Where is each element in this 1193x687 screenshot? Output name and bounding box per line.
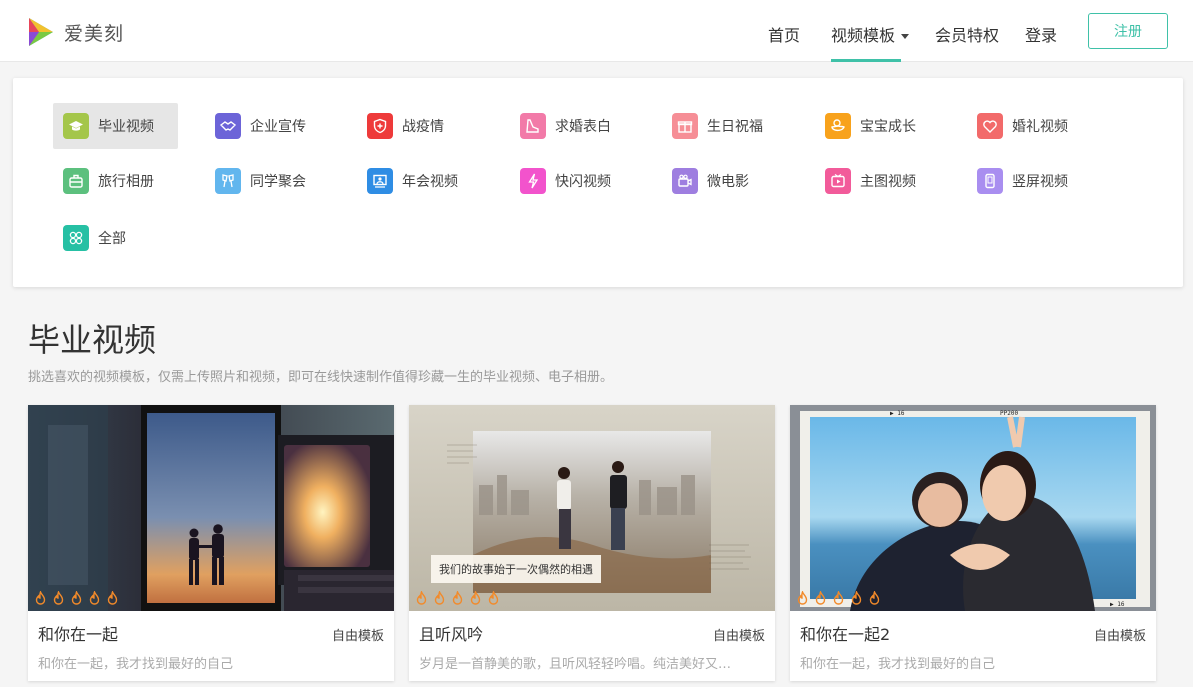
card-tag: 自由模板: [331, 629, 384, 644]
template-thumbnail[interactable]: 我们的故事始于一次偶然的相遇: [409, 405, 775, 611]
heart-icon: [977, 113, 1003, 139]
phone-icon: [977, 168, 1003, 194]
category-label: 企业宣传: [250, 119, 306, 135]
flame-icon: [107, 591, 118, 605]
category-label: 婚礼视频: [1012, 119, 1068, 135]
category-label: 宝宝成长: [860, 119, 916, 135]
card-description: 和你在一起，我才找到最好的自己: [38, 657, 234, 672]
flame-icon: [71, 591, 82, 605]
thumbnail-caption: 我们的故事始于一次偶然的相遇: [431, 555, 601, 583]
shield-icon: [367, 113, 393, 139]
logo-icon: [29, 18, 53, 46]
nav-membership[interactable]: 会员特权: [935, 22, 999, 46]
category-reunion[interactable]: 同学聚会: [215, 158, 306, 204]
template-thumbnail[interactable]: [28, 405, 394, 611]
category-flash[interactable]: 快闪视频: [520, 158, 611, 204]
category-label: 快闪视频: [555, 174, 611, 190]
duck-icon: [825, 113, 851, 139]
flame-icon: [416, 591, 427, 605]
card-tag: 自由模板: [712, 629, 765, 644]
flame-icon: [833, 591, 844, 605]
card-description: 和你在一起，我才找到最好的自己: [800, 657, 996, 672]
handshake-icon: [215, 113, 241, 139]
card-title: 且听风吟: [419, 625, 484, 644]
logo[interactable]: 爱美刻: [27, 16, 124, 48]
category-label: 竖屏视频: [1012, 174, 1068, 190]
card-description: 岁月是一首静美的歌，且听风轻轻吟唱。纯洁美好又…: [419, 657, 732, 672]
category-label: 全部: [98, 231, 126, 247]
popularity-rating: [415, 591, 500, 605]
category-label: 生日祝福: [707, 119, 763, 135]
category-all[interactable]: 全部: [63, 215, 126, 261]
popularity-rating: [796, 591, 881, 605]
flame-icon: [53, 591, 64, 605]
flame-icon: [434, 591, 445, 605]
category-label: 旅行相册: [98, 174, 154, 190]
category-label: 毕业视频: [98, 119, 154, 135]
category-baby[interactable]: 宝宝成长: [825, 103, 916, 149]
four-circles-icon: [63, 225, 89, 251]
presentation-icon: [367, 168, 393, 194]
nav-video-templates-label: 视频模板: [831, 26, 896, 45]
category-birthday[interactable]: 生日祝福: [672, 103, 763, 149]
category-wedding[interactable]: 婚礼视频: [977, 103, 1068, 149]
flame-icon: [488, 591, 499, 605]
card-title: 和你在一起2: [800, 625, 891, 644]
category-annual-meeting[interactable]: 年会视频: [367, 158, 458, 204]
flame-icon: [815, 591, 826, 605]
category-vertical[interactable]: 竖屏视频: [977, 158, 1068, 204]
category-micro-film[interactable]: 微电影: [672, 158, 749, 204]
nav-login[interactable]: 登录: [1025, 22, 1057, 46]
nav-video-templates[interactable]: 视频模板: [831, 22, 910, 46]
lightning-icon: [520, 168, 546, 194]
gift-icon: [672, 113, 698, 139]
category-proposal[interactable]: 求婚表白: [520, 103, 611, 149]
flame-icon: [452, 591, 463, 605]
logo-text: 爱美刻: [64, 22, 125, 45]
category-label: 年会视频: [402, 174, 458, 190]
shoe-icon: [520, 113, 546, 139]
category-label: 微电影: [707, 174, 749, 190]
svg-text:▶ 16: ▶ 16: [890, 410, 905, 417]
category-epidemic[interactable]: 战疫情: [367, 103, 444, 149]
caret-down-icon: [901, 34, 910, 39]
template-thumbnail[interactable]: ▶ 16 PP200 ▶ 16: [790, 405, 1156, 611]
flame-icon: [470, 591, 481, 605]
category-label: 战疫情: [402, 119, 444, 135]
category-main-image[interactable]: 主图视频: [825, 158, 916, 204]
flame-icon: [797, 591, 808, 605]
template-card[interactable]: 和你在一起 自由模板 和你在一起，我才找到最好的自己: [28, 405, 394, 681]
signup-button[interactable]: 注册: [1088, 13, 1168, 49]
category-travel[interactable]: 旅行相册: [63, 158, 154, 204]
section-description: 挑选喜欢的视频模板，仅需上传照片和视频，即可在线快速制作值得珍藏一生的毕业视频、…: [28, 370, 614, 385]
category-label: 主图视频: [860, 174, 916, 190]
flame-icon: [869, 591, 880, 605]
camera-icon: [672, 168, 698, 194]
svg-text:▶ 16: ▶ 16: [1110, 601, 1125, 608]
category-panel: 毕业视频 企业宣传 战疫情 求婚表白 生日祝福 宝宝成长 婚礼视频 旅行相册 同…: [13, 78, 1183, 287]
top-header: 爱美刻 首页 视频模板 会员特权 登录 注册: [0, 0, 1193, 62]
category-graduation[interactable]: 毕业视频: [53, 103, 178, 149]
svg-text:PP200: PP200: [1000, 410, 1018, 417]
popularity-rating: [34, 591, 119, 605]
flame-icon: [851, 591, 862, 605]
nav-active-indicator: [831, 59, 901, 62]
nav-home[interactable]: 首页: [768, 22, 800, 46]
template-card[interactable]: ▶ 16 PP200 ▶ 16 和你在一起2 自由模板 和你在一起，我才找到最好的…: [790, 405, 1156, 681]
card-title: 和你在一起: [38, 625, 119, 644]
template-card[interactable]: 我们的故事始于一次偶然的相遇 且听风吟 自由模板 岁月是一首静美的歌，且听风轻轻…: [409, 405, 775, 681]
card-tag: 自由模板: [1093, 629, 1146, 644]
flame-icon: [89, 591, 100, 605]
graduation-cap-icon: [63, 113, 89, 139]
category-label: 求婚表白: [555, 119, 611, 135]
flame-icon: [35, 591, 46, 605]
luggage-icon: [63, 168, 89, 194]
category-corporate[interactable]: 企业宣传: [215, 103, 306, 149]
section-title: 毕业视频: [28, 321, 157, 359]
cheers-icon: [215, 168, 241, 194]
category-label: 同学聚会: [250, 174, 306, 190]
tv-play-icon: [825, 168, 851, 194]
